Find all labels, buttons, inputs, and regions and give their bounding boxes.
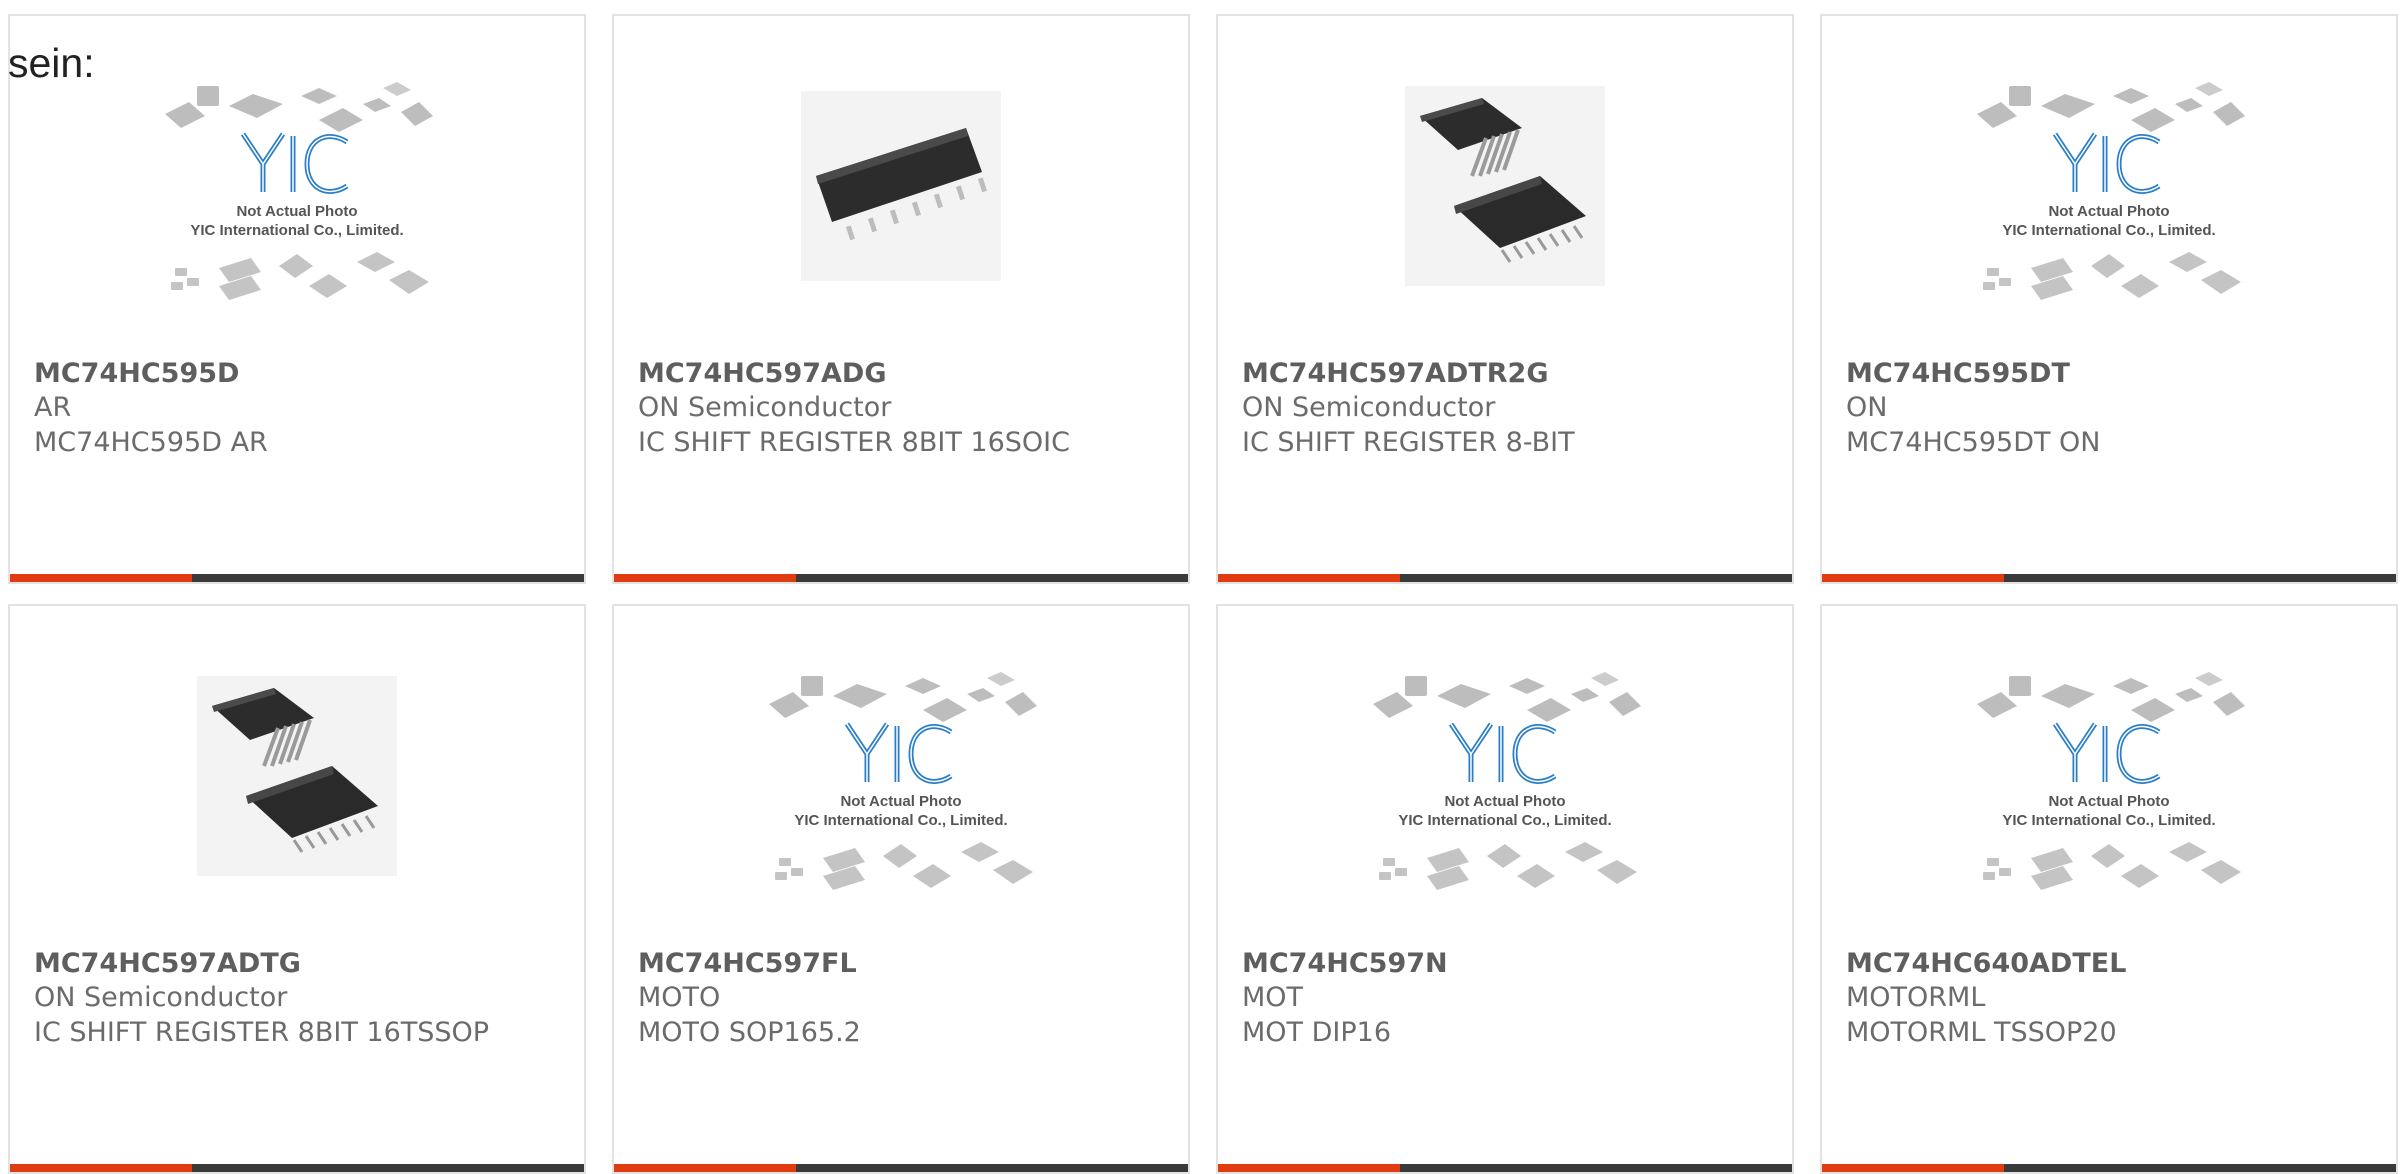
- product-image[interactable]: Not Actual Photo YIC International Co., …: [1218, 666, 1792, 956]
- part-number[interactable]: MC74HC640ADTEL: [1846, 948, 2126, 979]
- card-accent-bar: [1822, 574, 2004, 582]
- product-image[interactable]: Not Actual Photo YIC International Co., …: [1822, 76, 2396, 366]
- product-card[interactable]: MC74HC597ADTR2G ON Semiconductor IC SHIFT …: [1216, 14, 1794, 584]
- description: MC74HC595DT ON: [1846, 427, 2101, 458]
- tssop-chip-image: [197, 676, 397, 876]
- svg-text:Not Actual Photo: Not Actual Photo: [840, 793, 961, 810]
- manufacturer: MOTO: [638, 982, 721, 1013]
- part-number[interactable]: MC74HC597ADTR2G: [1242, 358, 1549, 389]
- part-number[interactable]: MC74HC597ADG: [638, 358, 887, 389]
- manufacturer: MOT: [1242, 982, 1304, 1013]
- card-bottom-bar: [1218, 1164, 1792, 1172]
- card-bottom-bar: [1822, 574, 2396, 582]
- placeholder-image: Not Actual Photo YIC International Co., …: [1977, 82, 2245, 300]
- svg-text:YIC International Co., Limited: YIC International Co., Limited.: [2002, 812, 2215, 829]
- product-card[interactable]: Not Actual Photo YIC International Co., …: [612, 604, 1190, 1174]
- card-accent-bar: [1822, 1164, 2004, 1172]
- product-card[interactable]: Not Actual Photo YIC International Co., …: [1820, 14, 2398, 584]
- card-accent-bar: [1218, 574, 1400, 582]
- svg-text:Not Actual Photo: Not Actual Photo: [236, 203, 357, 220]
- product-image[interactable]: Not Actual Photo YIC International Co., …: [10, 76, 584, 366]
- product-card[interactable]: Not Actual Photo YIC International Co., …: [8, 14, 586, 584]
- card-accent-bar: [614, 574, 796, 582]
- svg-text:Not Actual Photo: Not Actual Photo: [2048, 793, 2169, 810]
- manufacturer: ON Semiconductor: [638, 392, 892, 423]
- svg-text:YIC International Co., Limited: YIC International Co., Limited.: [794, 812, 1007, 829]
- product-card[interactable]: MC74HC597ADTG ON Semiconductor IC SHIFT RE…: [8, 604, 586, 1174]
- description: MOT DIP16: [1242, 1017, 1392, 1048]
- placeholder-image: Not Actual Photo YIC International Co., …: [1977, 672, 2245, 890]
- placeholder-image: Not Actual Photo YIC International Co., …: [769, 672, 1037, 890]
- part-number[interactable]: MC74HC595DT: [1846, 358, 2070, 389]
- description: MC74HC595D AR: [34, 427, 268, 458]
- card-bottom-bar: [10, 1164, 584, 1172]
- description: MOTORML TSSOP20: [1846, 1017, 2117, 1048]
- part-number[interactable]: MC74HC597ADTG: [34, 948, 301, 979]
- card-bottom-bar: [10, 574, 584, 582]
- part-number[interactable]: MC74HC597N: [1242, 948, 1448, 979]
- part-number[interactable]: MC74HC595D: [34, 358, 239, 389]
- svg-text:YIC International Co., Limited: YIC International Co., Limited.: [190, 222, 403, 239]
- placeholder-image: Not Actual Photo YIC International Co., …: [1373, 672, 1641, 890]
- manufacturer: ON Semiconductor: [1242, 392, 1496, 423]
- placeholder-image: Not Actual Photo YIC International Co., …: [165, 82, 433, 300]
- card-accent-bar: [614, 1164, 796, 1172]
- svg-text:Not Actual Photo: Not Actual Photo: [2048, 203, 2169, 220]
- product-image[interactable]: [10, 666, 584, 956]
- section-label: sein:: [8, 40, 95, 86]
- product-image[interactable]: Not Actual Photo YIC International Co., …: [614, 666, 1188, 956]
- manufacturer: ON: [1846, 392, 1888, 423]
- manufacturer: ON Semiconductor: [34, 982, 288, 1013]
- description: IC SHIFT REGISTER 8-BIT: [1242, 427, 1575, 458]
- product-image[interactable]: [614, 76, 1188, 366]
- card-bottom-bar: [1822, 1164, 2396, 1172]
- manufacturer: AR: [34, 392, 72, 423]
- card-bottom-bar: [614, 1164, 1188, 1172]
- description: IC SHIFT REGISTER 8BIT 16SOIC: [638, 427, 1070, 458]
- card-accent-bar: [10, 1164, 192, 1172]
- product-card[interactable]: MC74HC597ADG ON Semiconductor IC SHIFT REG…: [612, 14, 1190, 584]
- product-image[interactable]: Not Actual Photo YIC International Co., …: [1822, 666, 2396, 956]
- card-accent-bar: [1218, 1164, 1400, 1172]
- description: IC SHIFT REGISTER 8BIT 16TSSOP: [34, 1017, 490, 1048]
- part-number[interactable]: MC74HC597FL: [638, 948, 857, 979]
- tssop-chip-image: [1405, 86, 1605, 286]
- card-bottom-bar: [1218, 574, 1792, 582]
- product-card[interactable]: Not Actual Photo YIC International Co., …: [1216, 604, 1794, 1174]
- manufacturer: MOTORML: [1846, 982, 1986, 1013]
- soic-chip-image: [801, 91, 1001, 281]
- description: MOTO SOP165.2: [638, 1017, 861, 1048]
- svg-text:YIC International Co., Limited: YIC International Co., Limited.: [2002, 222, 2215, 239]
- svg-text:YIC International Co., Limited: YIC International Co., Limited.: [1398, 812, 1611, 829]
- card-accent-bar: [10, 574, 192, 582]
- product-image[interactable]: [1218, 76, 1792, 366]
- card-bottom-bar: [614, 574, 1188, 582]
- svg-text:Not Actual Photo: Not Actual Photo: [1444, 793, 1565, 810]
- product-card[interactable]: Not Actual Photo YIC International Co., …: [1820, 604, 2398, 1174]
